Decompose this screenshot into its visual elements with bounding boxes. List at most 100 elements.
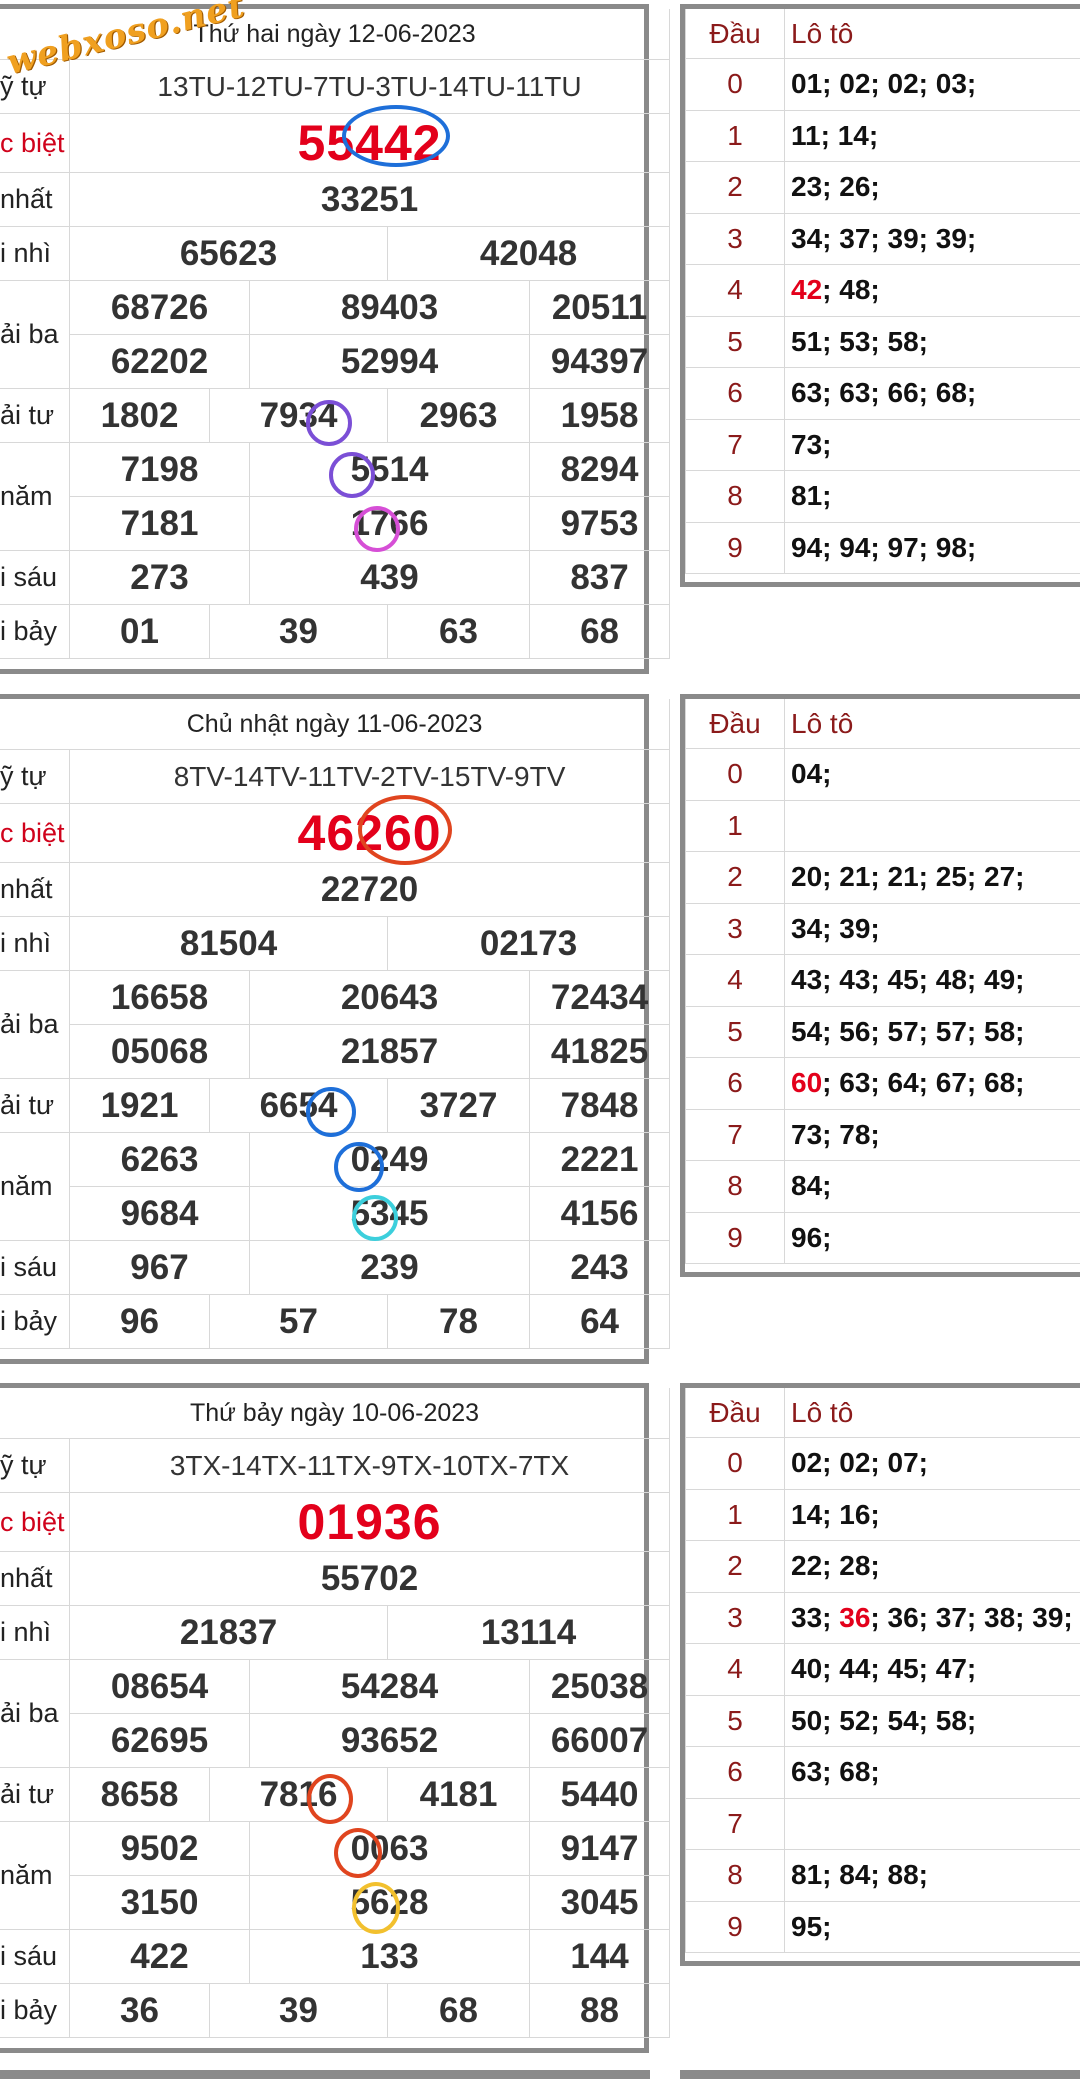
sixth-prize: 239 [249, 1240, 530, 1295]
loto-header-loto: Lô tô [784, 699, 1080, 749]
loto-row: 4 40; 44; 45; 47; [685, 1643, 1080, 1696]
third-prize: 52994 [249, 334, 530, 389]
sixth-prize: 144 [528, 1929, 671, 1984]
label-third: ải ba [0, 970, 70, 1079]
special-prize: 55442 [68, 113, 671, 173]
loto-tails-after: 34; 39; [791, 912, 880, 944]
loto-head-digit: 1 [685, 799, 785, 852]
loto-row: 0 02; 02; 07; [685, 1437, 1080, 1490]
sixth-prize: 422 [69, 1929, 250, 1984]
loto-head-digit: 3 [685, 902, 785, 955]
loto-tails-after: 63; 68; [791, 1756, 880, 1788]
seventh-prize: 57 [209, 1294, 388, 1349]
loto-table: Đầu Lô tô 0 01; 02; 02; 03; 1 11; 14; 2 23; 26;… [680, 4, 1080, 587]
loto-tails-after: 73; 78; [791, 1118, 880, 1150]
loto-tails-after: 84; [791, 1170, 832, 1202]
loto-head-digit: 2 [685, 161, 785, 214]
special-prize: 01936 [68, 1492, 671, 1552]
loto-head-digit: 6 [685, 1057, 785, 1110]
loto-tails: 01; 02; 02; 03; [784, 58, 1080, 111]
seventh-prize: 96 [69, 1294, 210, 1349]
loto-row: 5 50; 52; 54; 58; [685, 1694, 1080, 1747]
label-ky-hieu: ỹ tự [0, 749, 70, 804]
third-prize: 08654 [69, 1659, 250, 1714]
third-prize: 68726 [69, 280, 250, 335]
third-prize: 72434 [528, 970, 671, 1025]
fourth-prize: 1921 [69, 1078, 210, 1133]
loto-tails: 81; 84; 88; [784, 1849, 1080, 1902]
loto-row: 9 94; 94; 97; 98; [685, 521, 1080, 574]
third-prize: 25038 [528, 1659, 671, 1714]
fifth-prize: 4156 [528, 1186, 671, 1241]
loto-tails-after: 04; [791, 758, 832, 790]
loto-tails: 73; 78; [784, 1108, 1080, 1161]
draw-date-title: Thứ bảy ngày 10-06-2023 [0, 1388, 671, 1439]
label-third: ải ba [0, 1659, 70, 1768]
loto-row: 1 11; 14; [685, 109, 1080, 162]
fifth-prize: 0063 [249, 1821, 530, 1876]
seventh-prize: 68 [387, 1983, 530, 2038]
seventh-prize: 36 [69, 1983, 210, 2038]
fourth-prize: 2963 [387, 388, 530, 443]
loto-row: 5 51; 53; 58; [685, 315, 1080, 368]
sixth-prize: 837 [528, 550, 671, 605]
second-prize: 02173 [386, 916, 671, 971]
label-fifth: năm [0, 1821, 70, 1930]
loto-tails-after: 50; 52; 54; 58; [791, 1704, 977, 1736]
loto-row: 3 34; 39; [685, 902, 1080, 955]
fifth-prize: 0249 [249, 1132, 530, 1187]
loto-head-digit: 5 [685, 315, 785, 368]
loto-tails: 50; 52; 54; 58; [784, 1694, 1080, 1747]
loto-head-digit: 9 [685, 1900, 785, 1953]
loto-head-digit: 7 [685, 1108, 785, 1161]
draw-date-title: Chủ nhật ngày 11-06-2023 [0, 699, 671, 750]
fourth-prize: 4181 [387, 1767, 530, 1822]
label-second: i nhì [0, 916, 70, 971]
fourth-prize: 7816 [209, 1767, 388, 1822]
fifth-prize: 3150 [69, 1875, 250, 1930]
loto-row: 6 60; 63; 64; 67; 68; [685, 1057, 1080, 1110]
loto-head-digit: 7 [685, 418, 785, 471]
loto-tails: 33; 36; 36; 37; 38; 39; [784, 1591, 1080, 1644]
sixth-prize: 133 [249, 1929, 530, 1984]
second-prize: 65623 [69, 226, 388, 281]
loto-row: 1 14; 16; [685, 1488, 1080, 1541]
loto-head-digit: 6 [685, 1746, 785, 1799]
loto-head-digit: 5 [685, 1694, 785, 1747]
loto-head-digit: 0 [685, 748, 785, 801]
third-prize: 89403 [249, 280, 530, 335]
label-second: i nhì [0, 1605, 70, 1660]
results-table: Chủ nhật ngày 11-06-2023 ỹ tự 8TV-14TV-11T… [0, 694, 671, 1364]
loto-table: Đầu Lô tô 0 02; 02; 07; 1 14; 16; 2 22; 28; 3 33;… [680, 1383, 1080, 1966]
loto-row: 3 33; 36; 36; 37; 38; 39; [685, 1591, 1080, 1644]
seventh-prize: 01 [69, 604, 210, 659]
fifth-prize: 9684 [69, 1186, 250, 1241]
third-prize: 62695 [69, 1713, 250, 1768]
fourth-prize: 3727 [387, 1078, 530, 1133]
loto-row: 9 95; [685, 1900, 1080, 1953]
loto-row: 7 73; [685, 418, 1080, 471]
loto-head-digit: 3 [685, 1591, 785, 1644]
loto-head-digit: 5 [685, 1005, 785, 1058]
seventh-prize: 78 [387, 1294, 530, 1349]
loto-tails-after: 95; [791, 1910, 832, 1942]
seventh-prize: 39 [209, 1983, 388, 2038]
fourth-prize: 7934 [209, 388, 388, 443]
loto-tails: 81; [784, 470, 1080, 523]
label-first: nhất [0, 862, 70, 917]
loto-tails-before: 33; [791, 1601, 840, 1633]
loto-tails-after: 73; [791, 428, 832, 460]
seventh-prize: 63 [387, 604, 530, 659]
third-prize: 66007 [528, 1713, 671, 1768]
loto-head-digit: 1 [685, 109, 785, 162]
loto-row: 1 [685, 799, 1080, 852]
third-prize: 20643 [249, 970, 530, 1025]
loto-tails-after: 02; 02; 07; [791, 1447, 928, 1479]
loto-row: 6 63; 68; [685, 1746, 1080, 1799]
loto-head-digit: 9 [685, 1211, 785, 1264]
draw-codes: 8TV-14TV-11TV-2TV-15TV-9TV [68, 749, 671, 804]
loto-tails: 23; 26; [784, 161, 1080, 214]
label-ky-hieu: ỹ tự [0, 1438, 70, 1493]
first-prize: 55702 [68, 1551, 671, 1606]
third-prize: 93652 [249, 1713, 530, 1768]
